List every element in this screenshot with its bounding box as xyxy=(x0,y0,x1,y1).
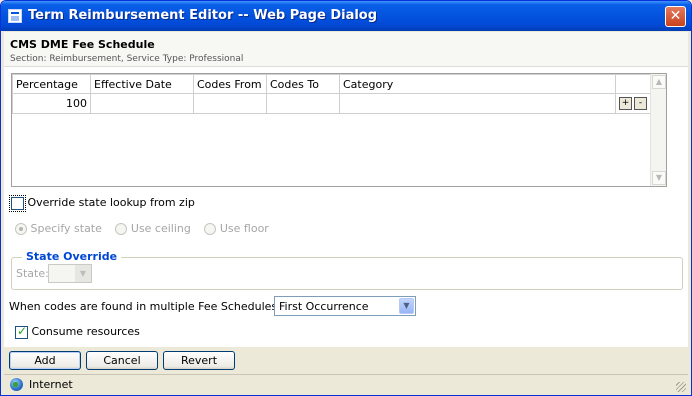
use-floor-radio[interactable] xyxy=(204,223,217,235)
remove-row-button[interactable]: - xyxy=(634,97,647,111)
use-ceiling-radio[interactable] xyxy=(115,223,128,235)
pay-select-value: First Occurrence xyxy=(279,300,369,313)
cell-codes-from[interactable] xyxy=(193,93,267,114)
use-floor-label: Use floor xyxy=(219,222,269,235)
resize-grip[interactable] xyxy=(676,382,686,392)
consume-row: ✓ Consume resources xyxy=(15,323,140,339)
column-header-category[interactable]: Category xyxy=(339,74,616,94)
cancel-button[interactable]: Cancel xyxy=(86,351,158,370)
consume-label[interactable]: Consume resources xyxy=(32,325,140,338)
revert-button[interactable]: Revert xyxy=(163,351,235,370)
column-header-actions xyxy=(615,74,653,94)
cell-category[interactable] xyxy=(339,93,616,114)
window-title: Term Reimbursement Editor -- Web Page Di… xyxy=(28,8,378,23)
add-row-button[interactable]: + xyxy=(619,97,632,111)
dialog-content: Percentage Effective Date Codes From Cod… xyxy=(4,67,688,347)
dialog-window: Term Reimbursement Editor -- Web Page Di… xyxy=(0,0,692,396)
dialog-header: CMS DME Fee Schedule Section: Reimbursem… xyxy=(4,32,688,67)
override-label[interactable]: Override state lookup from zip xyxy=(28,196,195,209)
pay-label: When codes are found in multiple Fee Sch… xyxy=(9,300,308,313)
column-header-percentage[interactable]: Percentage xyxy=(12,74,91,94)
scroll-down-icon[interactable]: ▼ xyxy=(652,171,666,185)
specify-state-radio[interactable] xyxy=(15,223,27,235)
pay-select[interactable]: First Occurrence ▼ xyxy=(274,296,416,316)
terms-grid: Percentage Effective Date Codes From Cod… xyxy=(11,73,667,187)
grid-scrollbar[interactable]: ▲ ▼ xyxy=(650,74,666,186)
chevron-down-icon[interactable]: ▼ xyxy=(399,298,414,314)
title-bar[interactable]: Term Reimbursement Editor -- Web Page Di… xyxy=(1,1,691,31)
cell-codes-to[interactable] xyxy=(266,93,340,114)
override-row: Override state lookup from zip xyxy=(9,194,195,212)
table-header-row: Percentage Effective Date Codes From Cod… xyxy=(12,74,653,94)
state-override-legend: State Override xyxy=(22,250,122,263)
cell-actions: + - xyxy=(615,93,653,114)
state-select[interactable]: ▼ xyxy=(48,264,92,283)
security-zone-label: Internet xyxy=(29,378,73,391)
close-icon[interactable]: ✕ xyxy=(665,6,686,27)
override-checkbox[interactable] xyxy=(9,194,26,212)
globe-icon xyxy=(10,378,23,391)
radio-group: Specify state Use ceiling Use floor xyxy=(15,222,269,235)
column-header-codes-to[interactable]: Codes To xyxy=(266,74,340,94)
specify-state-label: Specify state xyxy=(30,222,102,235)
use-ceiling-label: Use ceiling xyxy=(130,222,191,235)
status-bar: Internet xyxy=(4,374,688,394)
column-header-codes-from[interactable]: Codes From xyxy=(193,74,267,94)
button-bar: Add Cancel Revert xyxy=(4,347,688,374)
table-row[interactable]: 100 + - xyxy=(12,93,653,114)
state-label: State: xyxy=(16,267,49,280)
add-button[interactable]: Add xyxy=(9,351,81,370)
scroll-up-icon[interactable]: ▲ xyxy=(652,75,666,89)
state-override-fieldset: State Override State: ▼ xyxy=(11,250,683,290)
column-header-effective-date[interactable]: Effective Date xyxy=(90,74,194,94)
terms-table: Percentage Effective Date Codes From Cod… xyxy=(12,74,653,114)
cell-effective-date[interactable] xyxy=(90,93,194,114)
consume-checkbox[interactable]: ✓ xyxy=(15,323,28,339)
dialog-icon xyxy=(8,9,22,23)
chevron-down-icon[interactable]: ▼ xyxy=(75,265,91,282)
page-subtitle: Section: Reimbursement, Service Type: Pr… xyxy=(10,54,244,64)
checkmark-icon: ✓ xyxy=(17,323,28,338)
page-title: CMS DME Fee Schedule xyxy=(10,38,155,51)
cell-percentage[interactable]: 100 xyxy=(12,93,91,114)
